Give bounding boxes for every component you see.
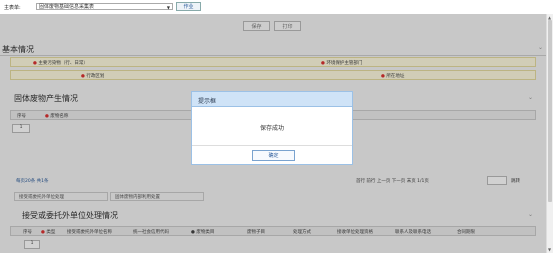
scroll-down-icon[interactable]: ▼	[548, 247, 551, 252]
work-button-label: 作业	[183, 4, 194, 10]
dialog-title: 提示框	[198, 98, 217, 105]
dialog-divider	[192, 145, 352, 146]
work-button[interactable]: 作业	[176, 2, 201, 11]
vertical-scrollbar[interactable]: ▲ ▼	[546, 14, 553, 253]
ok-button-label: 确定	[268, 153, 279, 159]
dialog-message: 保存成功	[259, 125, 284, 132]
ok-button[interactable]: 确定	[252, 150, 295, 161]
alert-dialog: 提示框 保存成功 确定	[191, 91, 353, 165]
chevron-down-icon: ▼	[166, 5, 170, 10]
scrollbar-thumb[interactable]	[548, 20, 552, 202]
top-toolbar: 主表单: 固体废物基础信息采集表 ▼ 作业	[0, 0, 553, 14]
form-select-value: 固体废物基础信息采集表	[39, 4, 95, 10]
dialog-header: 提示框	[192, 92, 352, 107]
form-selector-label: 主表单:	[4, 5, 21, 11]
form-select[interactable]: 固体废物基础信息采集表 ▼	[36, 3, 173, 10]
